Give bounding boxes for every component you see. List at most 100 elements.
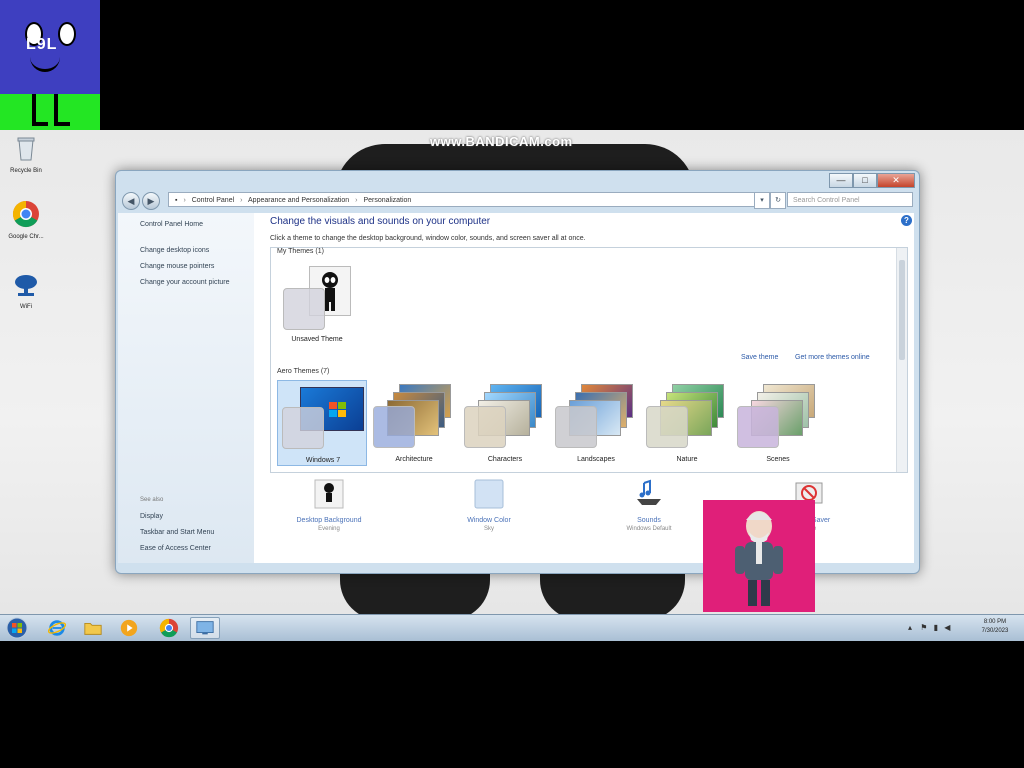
mascot-right-eye bbox=[58, 22, 76, 46]
theme-label: Landscapes bbox=[577, 456, 615, 463]
theme-unsaved[interactable]: Unsaved Theme bbox=[281, 262, 353, 343]
theme-windows-7[interactable]: Windows 7 bbox=[277, 380, 367, 466]
control-panel-icon bbox=[196, 621, 214, 635]
taskbar-media-player[interactable] bbox=[114, 617, 144, 639]
desktop-background-button[interactable]: Desktop Background Evening bbox=[274, 479, 384, 532]
mascot-foot bbox=[32, 122, 48, 126]
mascot-tag: L9L bbox=[26, 36, 58, 53]
chrome-icon bbox=[12, 200, 39, 228]
internet-explorer-icon bbox=[47, 620, 67, 636]
desktop: www.BANDICAM.com Recycle Bin Google Chr.… bbox=[0, 130, 1024, 614]
theme-label: Unsaved Theme bbox=[291, 336, 343, 343]
theme-color-swatch bbox=[555, 406, 597, 448]
window-color-icon bbox=[474, 479, 504, 509]
setting-value: Evening bbox=[318, 526, 340, 532]
setting-title: Sounds bbox=[637, 517, 661, 524]
theme-characters[interactable]: Characters bbox=[460, 380, 550, 466]
taskbar-control-panel[interactable] bbox=[190, 617, 220, 639]
back-button[interactable]: ◀ bbox=[122, 192, 140, 210]
main-content: ? Change the visuals and sounds on your … bbox=[254, 213, 914, 563]
aero-themes-header: Aero Themes (7) bbox=[277, 368, 330, 375]
media-player-icon bbox=[120, 619, 138, 637]
action-center-icon[interactable]: ⚑ bbox=[920, 623, 927, 632]
close-button[interactable]: ✕ bbox=[877, 173, 915, 188]
mascot-foot bbox=[54, 122, 70, 126]
save-theme-link[interactable]: Save theme bbox=[741, 354, 778, 361]
taskbar-chrome[interactable] bbox=[154, 617, 184, 639]
sidebar-link-account-picture[interactable]: Change your account picture bbox=[140, 279, 230, 286]
webcam-overlay bbox=[703, 500, 815, 612]
setting-title: Desktop Background bbox=[296, 517, 362, 524]
sidebar-link-ease-of-access[interactable]: Ease of Access Center bbox=[140, 545, 211, 552]
navigation-bar: ◀ ▶ ▪ › Control Panel › Appearance and P… bbox=[120, 189, 915, 211]
theme-label: Characters bbox=[487, 456, 523, 463]
maximize-button[interactable]: □ bbox=[853, 173, 877, 188]
start-button[interactable] bbox=[2, 617, 32, 639]
tray-icons[interactable]: ▴ ⚑ ▮ ◀ bbox=[908, 623, 950, 632]
theme-label: Architecture bbox=[395, 456, 433, 463]
sidebar-link-desktop-icons[interactable]: Change desktop icons bbox=[140, 247, 209, 254]
mascot-leg bbox=[54, 94, 58, 124]
volume-icon[interactable]: ◀ bbox=[944, 623, 950, 632]
desktop-icon-label: Recycle Bin bbox=[10, 168, 42, 174]
theme-label: Scenes bbox=[766, 456, 790, 463]
window-controls: — □ ✕ bbox=[829, 173, 915, 188]
theme-landscapes[interactable]: Landscapes bbox=[551, 380, 641, 466]
theme-color-swatch bbox=[646, 406, 688, 448]
search-input[interactable]: Search Control Panel bbox=[787, 192, 913, 207]
recycle-bin-icon bbox=[17, 137, 35, 161]
address-bar[interactable]: ▪ › Control Panel › Appearance and Perso… bbox=[168, 192, 764, 207]
clock-date: 7/30/2023 bbox=[981, 628, 1009, 634]
theme-architecture[interactable]: Architecture bbox=[369, 380, 459, 466]
clock-time: 8:00 PM bbox=[983, 619, 1007, 625]
taskbar-internet-explorer[interactable] bbox=[42, 617, 72, 639]
theme-label: Windows 7 bbox=[305, 457, 341, 464]
network-icon bbox=[15, 275, 37, 296]
breadcrumb-item[interactable]: Appearance and Personalization bbox=[248, 197, 349, 204]
window-titlebar[interactable]: — □ ✕ bbox=[116, 171, 919, 191]
taskbar: ▴ ⚑ ▮ ◀ 8:00 PM 7/30/2023 bbox=[0, 614, 1024, 641]
sidebar: Control Panel Home Change desktop icons … bbox=[118, 213, 254, 563]
system-clock[interactable]: 8:00 PM 7/30/2023 bbox=[968, 618, 1022, 636]
breadcrumb-item[interactable]: Control Panel bbox=[192, 197, 234, 204]
sidebar-link-display[interactable]: Display bbox=[140, 513, 163, 520]
theme-settings-bar: Desktop Background Evening Window Color … bbox=[254, 475, 914, 563]
scrollbar-thumb[interactable] bbox=[899, 260, 905, 360]
sounds-icon bbox=[637, 479, 661, 505]
themes-scrollbar[interactable] bbox=[896, 248, 907, 472]
sounds-button[interactable]: Sounds Windows Default bbox=[594, 479, 704, 532]
windows-start-icon bbox=[6, 617, 28, 639]
help-icon[interactable]: ? bbox=[901, 215, 912, 226]
sidebar-link-mouse-pointers[interactable]: Change mouse pointers bbox=[140, 263, 214, 270]
theme-color-swatch bbox=[282, 407, 324, 449]
address-dropdown-icon[interactable]: ▾ bbox=[754, 192, 770, 209]
forward-button[interactable]: ▶ bbox=[142, 192, 160, 210]
sidebar-link-taskbar[interactable]: Taskbar and Start Menu bbox=[140, 529, 214, 536]
show-hidden-icons[interactable]: ▴ bbox=[908, 623, 912, 632]
theme-color-swatch bbox=[737, 406, 779, 448]
animated-character-image bbox=[735, 511, 783, 606]
breadcrumb-item[interactable]: Personalization bbox=[363, 197, 411, 204]
desktop-icon-wifi[interactable]: WiFi bbox=[2, 270, 50, 310]
theme-color-swatch bbox=[464, 406, 506, 448]
window-color-button[interactable]: Window Color Sky bbox=[434, 479, 544, 532]
theme-label: Nature bbox=[676, 456, 698, 463]
see-also-header: See also bbox=[140, 497, 164, 503]
theme-nature[interactable]: Nature bbox=[642, 380, 732, 466]
folder-icon bbox=[84, 623, 102, 635]
my-themes-header: My Themes (1) bbox=[277, 248, 324, 255]
get-more-themes-link[interactable]: Get more themes online bbox=[795, 354, 870, 361]
taskbar-file-explorer[interactable] bbox=[78, 617, 108, 639]
recording-watermark: www.BANDICAM.com bbox=[430, 134, 573, 149]
desktop-icon-label: Google Chr... bbox=[8, 234, 44, 240]
themes-list: My Themes (1) Unsaved Theme Save theme G… bbox=[270, 247, 908, 473]
theme-scenes[interactable]: Scenes bbox=[733, 380, 823, 466]
desktop-icon-recycle-bin[interactable]: Recycle Bin bbox=[2, 134, 50, 174]
minimize-button[interactable]: — bbox=[829, 173, 853, 188]
mascot-leg bbox=[32, 94, 36, 124]
refresh-icon[interactable]: ↻ bbox=[770, 192, 786, 209]
page-description: Click a theme to change the desktop back… bbox=[270, 235, 586, 242]
desktop-icon-chrome[interactable]: Google Chr... bbox=[2, 200, 50, 240]
sidebar-link-control-panel-home[interactable]: Control Panel Home bbox=[140, 221, 203, 228]
network-tray-icon[interactable]: ▮ bbox=[934, 623, 938, 632]
